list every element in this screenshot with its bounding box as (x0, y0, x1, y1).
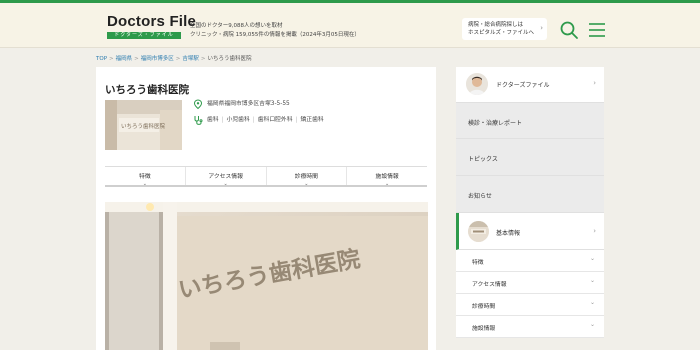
sidebar-item-label: ドクターズファイル (496, 82, 550, 89)
tab-label: 施設情報 (375, 174, 399, 180)
tab-label: 診療時間 (294, 174, 318, 180)
department-label: 歯科 (207, 117, 219, 123)
tab-hours[interactable]: 診療時間 ⌄ (267, 167, 348, 187)
sidebar-subitem-label: 診療時間 (472, 304, 496, 310)
breadcrumb-separator: > (200, 56, 206, 62)
tab-label: 特徴 (139, 174, 151, 180)
department-label: 歯科口腔外科 (257, 117, 293, 123)
clinic-info: 福岡県福岡市博多区吉塚3-5-55 歯科 | 小児歯科 | 歯科口腔外科 | 矯正歯科 (193, 97, 327, 129)
clinic-section-tabs: 特徴 ⌄ アクセス情報 ⌄ 診療時間 ⌄ 施設情報 ⌄ (105, 166, 427, 187)
address-row: 福岡県福岡市博多区吉塚3-5-55 (193, 97, 327, 113)
map-pin-icon (193, 99, 203, 110)
sidebar: ドクターズファイル › 検診・治療レポート トピックス お知らせ 基本情報 › … (456, 67, 604, 350)
clinic-avatar-image (468, 221, 489, 242)
chevron-down-icon: ⌄ (142, 181, 147, 187)
tagline-line-1: 全国のドクター9,088人の想いを取材 (190, 23, 283, 29)
department-label: 小児歯科 (226, 117, 250, 123)
breadcrumb-top[interactable]: TOP (96, 56, 107, 62)
sidebar-item-basic-info[interactable]: 基本情報 › (456, 213, 604, 250)
site-tagline: 全国のドクター9,088人の想いを取材 クリニック・病院 159,055件の情報… (190, 22, 360, 40)
clinic-thumbnail[interactable]: いちろう歯科医院 (105, 100, 182, 150)
hospitals-file-link[interactable]: 病院・総合病院探しは ホスピタルズ・ファイルへ › (462, 18, 547, 40)
stethoscope-icon (194, 116, 203, 125)
sidebar-subitem-access[interactable]: アクセス情報 ⌄ (456, 272, 604, 294)
departments-row: 歯科 | 小児歯科 | 歯科口腔外科 | 矯正歯科 (193, 113, 327, 129)
sidebar-subitem-label: 特徴 (472, 260, 484, 266)
sidebar-item-label: トピックス (468, 156, 498, 163)
site-header: Doctors File ドクターズ・ファイル 全国のドクター9,088人の想い… (0, 3, 700, 48)
chevron-down-icon: ⌄ (304, 181, 309, 187)
thumbnail-sign-text: いちろう歯科医院 (121, 122, 166, 130)
department-divider: | (295, 117, 298, 123)
sidebar-subitem-features[interactable]: 特徴 ⌄ (456, 250, 604, 272)
sidebar-item-reports[interactable]: 検診・治療レポート (456, 103, 604, 139)
clinic-main-card: いちろう歯科医院 いちろう歯科医院 福岡県福岡市博多区吉塚3-5-55 歯科 |… (96, 67, 436, 350)
chevron-right-icon: › (593, 79, 596, 87)
breadcrumb-ward[interactable]: 福岡市博多区 (141, 56, 174, 62)
search-icon (560, 21, 578, 39)
department-divider: | (252, 117, 255, 123)
doctor-avatar-image (466, 73, 488, 95)
menu-button[interactable] (588, 22, 606, 38)
department-label: 矯正歯科 (300, 117, 324, 123)
clinic-thumbnail-image: いちろう歯科医院 (105, 100, 182, 150)
breadcrumb-station[interactable]: 吉塚駅 (182, 56, 199, 62)
hospitals-link-line-2: ホスピタルズ・ファイルへ (468, 30, 535, 36)
clinic-avatar (468, 221, 489, 242)
chevron-right-icon: › (540, 24, 543, 32)
sidebar-item-doctors-file[interactable]: ドクターズファイル › (456, 67, 604, 103)
clinic-hero-image[interactable]: いちろう歯科医院 (105, 202, 428, 350)
search-button[interactable] (559, 20, 579, 40)
hospitals-link-line-1: 病院・総合病院探しは (468, 22, 524, 28)
logo-main-text: Doctors File (107, 13, 197, 30)
tab-label: アクセス情報 (208, 174, 243, 180)
chevron-down-icon: ⌄ (589, 277, 595, 284)
chevron-down-icon: ⌄ (589, 299, 595, 306)
sidebar-subitem-hours[interactable]: 診療時間 ⌄ (456, 294, 604, 316)
hamburger-menu-icon (589, 23, 605, 37)
sidebar-item-label: 基本情報 (496, 230, 521, 237)
breadcrumb: TOP > 福岡県 > 福岡市博多区 > 吉塚駅 > いちろう歯科医院 (96, 54, 252, 62)
tagline-line-2: クリニック・病院 159,055件の情報を掲載（2024年3月05日現在） (190, 32, 360, 38)
breadcrumb-separator: > (109, 56, 114, 62)
doctor-avatar (466, 73, 488, 95)
chevron-down-icon: ⌄ (385, 181, 390, 187)
clinic-name: いちろう歯科医院 (105, 84, 189, 96)
sidebar-item-label: お知らせ (468, 193, 492, 200)
tab-features[interactable]: 特徴 ⌄ (105, 167, 186, 187)
tab-facility[interactable]: 施設情報 ⌄ (347, 167, 427, 187)
sidebar-subitem-label: アクセス情報 (472, 282, 507, 288)
sidebar-item-topics[interactable]: トピックス (456, 139, 604, 176)
chevron-down-icon: ⌄ (589, 255, 595, 262)
breadcrumb-current: いちろう歯科医院 (207, 56, 252, 62)
breadcrumb-separator: > (175, 56, 181, 62)
department-divider: | (221, 117, 224, 123)
tab-access[interactable]: アクセス情報 ⌄ (186, 167, 267, 187)
sidebar-subitem-facility[interactable]: 施設情報 ⌄ (456, 316, 604, 338)
breadcrumb-separator: > (134, 56, 139, 62)
sidebar-item-label: 検診・治療レポート (468, 120, 523, 127)
breadcrumb-prefecture[interactable]: 福岡県 (116, 56, 133, 62)
clinic-address: 福岡県福岡市博多区吉塚3-5-55 (207, 101, 290, 107)
sidebar-subitem-label: 施設情報 (472, 326, 496, 332)
chevron-down-icon: ⌄ (589, 321, 595, 328)
chevron-right-icon: › (593, 227, 596, 235)
logo-sub-text: ドクターズ・ファイル (107, 32, 181, 39)
chevron-down-icon: ⌄ (223, 181, 228, 187)
hero-photo: いちろう歯科医院 (105, 202, 428, 350)
sidebar-item-news[interactable]: お知らせ (456, 176, 604, 213)
site-logo[interactable]: Doctors File ドクターズ・ファイル (107, 13, 197, 39)
